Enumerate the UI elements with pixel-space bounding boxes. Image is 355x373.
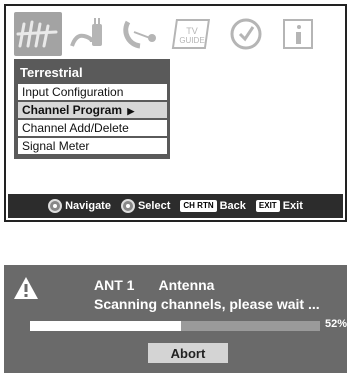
select-label: Select — [137, 200, 171, 212]
tv-guide-icon[interactable]: TV GUIDE — [170, 12, 218, 56]
navigate-label: Navigate — [65, 200, 111, 212]
terrestrial-antenna-icon[interactable] — [14, 12, 62, 56]
menu-title: Terrestrial — [20, 65, 83, 80]
select-hint: Select — [120, 199, 171, 213]
menu-icon-row: TV GUIDE — [6, 6, 345, 62]
menu-item-label: Channel Add/Delete — [22, 121, 129, 135]
menu-item-channel-add-delete[interactable]: Channel Add/Delete — [18, 120, 167, 136]
navigate-dial-icon — [48, 199, 63, 213]
tv-guide-text-tv: TV — [186, 26, 198, 36]
setup-menu-screen: TV GUIDE Terrestrial Input Configuration… — [4, 4, 347, 222]
menu-item-label: Input Configuration — [22, 85, 124, 99]
source-type: Antenna — [158, 277, 215, 293]
preferences-plug-icon[interactable] — [66, 12, 114, 56]
menu-item-channel-program[interactable]: Channel Program ▶ — [18, 102, 167, 118]
help-bar: Navigate Select CH RTN Back EXIT Exit — [8, 194, 343, 218]
navigate-hint: Navigate — [48, 199, 111, 213]
scan-progress-fill — [30, 321, 181, 331]
information-icon[interactable] — [274, 12, 322, 56]
menu-item-label: Signal Meter — [22, 139, 90, 153]
source-name: ANT 1 — [94, 277, 135, 293]
channel-scan-panel: ANT 1 Antenna Scanning channels, please w… — [4, 265, 347, 373]
submenu-arrow-icon: ▶ — [127, 106, 135, 116]
terrestrial-menu-panel: Terrestrial Input Configuration Channel … — [14, 59, 170, 159]
ch-rtn-key-icon: CH RTN — [180, 200, 217, 212]
exit-hint: EXIT Exit — [255, 200, 303, 212]
back-hint: CH RTN Back — [180, 200, 246, 212]
scan-progress-bar — [30, 321, 320, 331]
tv-guide-text-guide: GUIDE — [179, 36, 204, 45]
scan-progress-percent: 52% — [324, 318, 347, 330]
menu-item-signal-meter[interactable]: Signal Meter — [18, 138, 167, 154]
scan-message: Scanning channels, please wait ... — [94, 296, 320, 312]
satellite-dish-icon[interactable] — [118, 12, 166, 56]
warning-icon — [14, 277, 38, 299]
abort-button[interactable]: Abort — [148, 343, 228, 363]
select-dial-icon — [120, 199, 135, 213]
back-label: Back — [219, 200, 246, 212]
menu-item-label: Channel Program — [22, 103, 123, 117]
menu-item-input-configuration[interactable]: Input Configuration — [18, 84, 167, 100]
scan-source: ANT 1 Antenna — [94, 277, 214, 293]
clock-icon[interactable] — [222, 12, 270, 56]
exit-key-icon: EXIT — [255, 200, 280, 212]
exit-label: Exit — [282, 200, 303, 212]
